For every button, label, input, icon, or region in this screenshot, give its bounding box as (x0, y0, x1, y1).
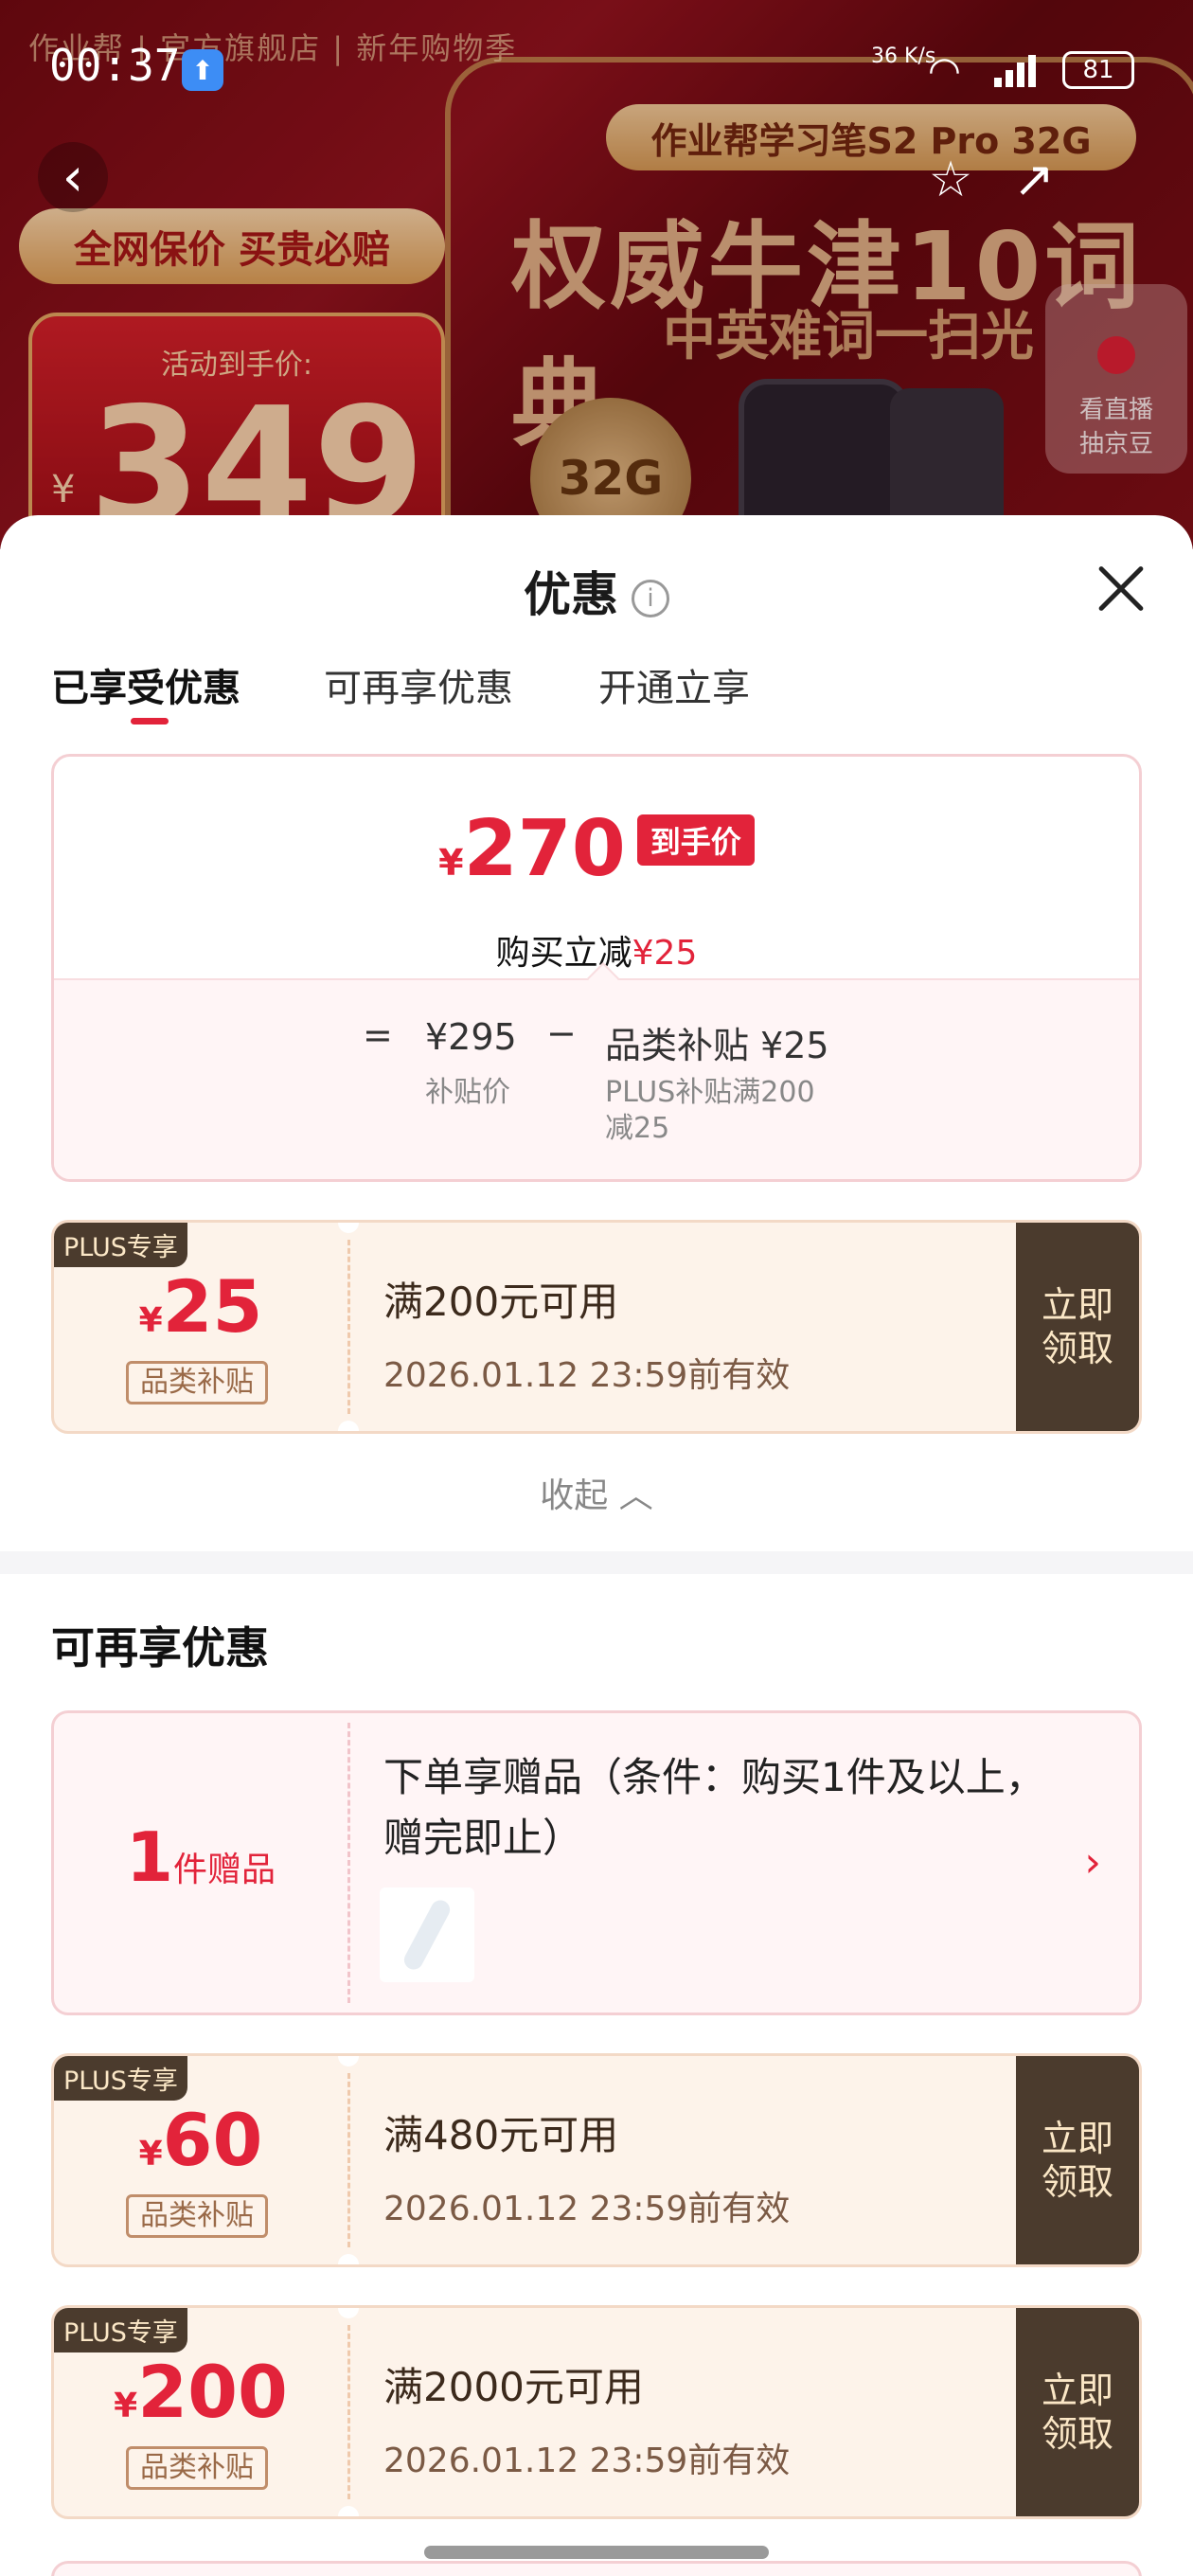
instant-reduce-label: 购买立减 (495, 934, 632, 973)
sheet-title-text: 优惠 (524, 567, 618, 622)
gift-count-unit: 件赠品 (173, 1851, 276, 1889)
gift-description: 下单享赠品（条件：购买1件及以上，赠完即止） (383, 1754, 1045, 1861)
tab-more[interactable]: 可再享优惠 (324, 657, 513, 712)
home-indicator[interactable] (424, 2546, 769, 2559)
coupon-punch (338, 1223, 359, 1233)
discount-name: 品类补贴 ¥25 (605, 1025, 829, 1066)
price-summary-card: ¥270 到手价 购买立减¥25 = ¥295 补贴价 − 品类补贴 ¥25 PL… (51, 754, 1142, 1182)
network-speed: 36 K/s (871, 45, 936, 68)
info-icon[interactable]: i (632, 579, 669, 617)
coupon-condition: 满200元可用 (383, 1279, 619, 1325)
coupon-amount: ¥60 (54, 2098, 347, 2182)
coupon-yen: ¥ (114, 2387, 138, 2425)
discount-desc: PLUS补贴满200 减25 (605, 1076, 815, 1145)
coupon-punch (338, 2254, 359, 2264)
coupon-category: 品类补贴 (126, 1361, 268, 1404)
tab-enjoyed[interactable]: 已享受优惠 (51, 657, 240, 712)
equals-sign: = (363, 1014, 393, 1056)
coupon-card-partial (51, 2561, 1142, 2576)
coupon-value: 60 (162, 2098, 263, 2182)
claim-button[interactable]: 立即 领取 (1016, 1223, 1139, 1431)
section-title-more: 可再享优惠 (51, 1622, 269, 1673)
coupon-divider (347, 1240, 350, 1414)
coupon-card: PLUS专享 ¥200 品类补贴 满2000元可用 2026.01.12 23:… (51, 2305, 1142, 2519)
upload-notification-icon: ⬆ (182, 49, 223, 91)
final-price-tag: 到手价 (636, 814, 755, 866)
sheet-title: 优惠 i (0, 557, 1193, 625)
coupon-card: PLUS专享 ¥25 品类补贴 满200元可用 2026.01.12 23:59… (51, 1220, 1142, 1434)
chevron-right-icon: › (1084, 1838, 1101, 1887)
signal-icon (994, 55, 1042, 87)
coupon-amount: ¥200 (54, 2350, 347, 2434)
wifi-icon: ◠ (928, 49, 961, 93)
battery-icon: 81 (1062, 51, 1134, 89)
collapse-button[interactable]: 收起 ︿ (0, 1468, 1193, 1517)
favorite-button[interactable]: ☆ (920, 152, 981, 212)
discount-sheet: 优惠 i 已享受优惠 可再享优惠 开通立享 ¥270 到手价 购买立减¥25 = ¥… (0, 515, 1193, 2576)
coupon-expiry: 2026.01.12 23:59前有效 (383, 2442, 791, 2480)
coupon-category: 品类补贴 (126, 2446, 268, 2490)
tab-indicator (131, 718, 169, 724)
collapse-label: 收起 (540, 1476, 609, 1515)
coupon-value: 25 (162, 1264, 263, 1349)
coupon-expiry: 2026.01.12 23:59前有效 (383, 2190, 791, 2228)
gift-thumbnail[interactable] (380, 1887, 474, 1982)
gift-divider (347, 1723, 350, 2003)
base-price: ¥295 (425, 1016, 517, 1058)
final-price: ¥270 到手价 (54, 804, 1139, 894)
back-button[interactable]: ‹ (38, 142, 108, 212)
coupon-condition: 满480元可用 (383, 2112, 619, 2158)
chevron-up-icon: ︿ (618, 1476, 653, 1515)
base-price-label: 补贴价 (425, 1076, 510, 1109)
chevron-left-icon: ‹ (62, 146, 84, 208)
plus-badge: PLUS专享 (54, 1223, 187, 1267)
instant-reduce-amount: ¥25 (632, 934, 698, 973)
price-breakdown: = ¥295 补贴价 − 品类补贴 ¥25 PLUS补贴满200 减25 (54, 978, 1139, 1179)
gift-count: 1件赠品 (54, 1817, 347, 1897)
final-price-value: 270 (463, 804, 626, 894)
coupon-category: 品类补贴 (126, 2194, 268, 2238)
minus-sign: − (546, 1012, 577, 1054)
coupon-punch (338, 1421, 359, 1431)
gift-count-value: 1 (125, 1817, 174, 1897)
plus-badge: PLUS专享 (54, 2056, 187, 2101)
gift-card[interactable]: 1件赠品 下单享赠品（条件：购买1件及以上，赠完即止） › (51, 1710, 1142, 2015)
coupon-punch (338, 2506, 359, 2516)
coupon-value: 200 (137, 2350, 288, 2434)
final-price-yen: ¥ (438, 842, 464, 884)
coupon-condition: 满2000元可用 (383, 2364, 644, 2410)
status-time: 00:37 (49, 40, 181, 91)
coupon-card: PLUS专享 ¥60 品类补贴 满480元可用 2026.01.12 23:59… (51, 2053, 1142, 2267)
pen-refill-icon (401, 1896, 454, 1974)
coupon-punch (338, 2308, 359, 2318)
coupon-divider (347, 2325, 350, 2499)
coupon-punch (338, 2056, 359, 2066)
share-button[interactable]: ↗ (1004, 152, 1064, 212)
section-divider (0, 1551, 1193, 1574)
tab-open[interactable]: 开通立享 (598, 657, 750, 712)
status-bar: 00:37 ⬆ 36 K/s ◠ 81 (0, 0, 1193, 142)
plus-badge: PLUS专享 (54, 2308, 187, 2352)
star-icon: ☆ (928, 152, 973, 208)
share-icon: ↗ (1013, 152, 1055, 208)
coupon-yen: ¥ (138, 2135, 163, 2174)
coupon-divider (347, 2073, 350, 2247)
claim-button[interactable]: 立即 领取 (1016, 2056, 1139, 2264)
coupon-yen: ¥ (138, 1301, 163, 1340)
coupon-expiry: 2026.01.12 23:59前有效 (383, 1356, 791, 1395)
coupon-amount: ¥25 (54, 1264, 347, 1349)
close-button[interactable] (1095, 563, 1148, 616)
claim-button[interactable]: 立即 领取 (1016, 2308, 1139, 2516)
